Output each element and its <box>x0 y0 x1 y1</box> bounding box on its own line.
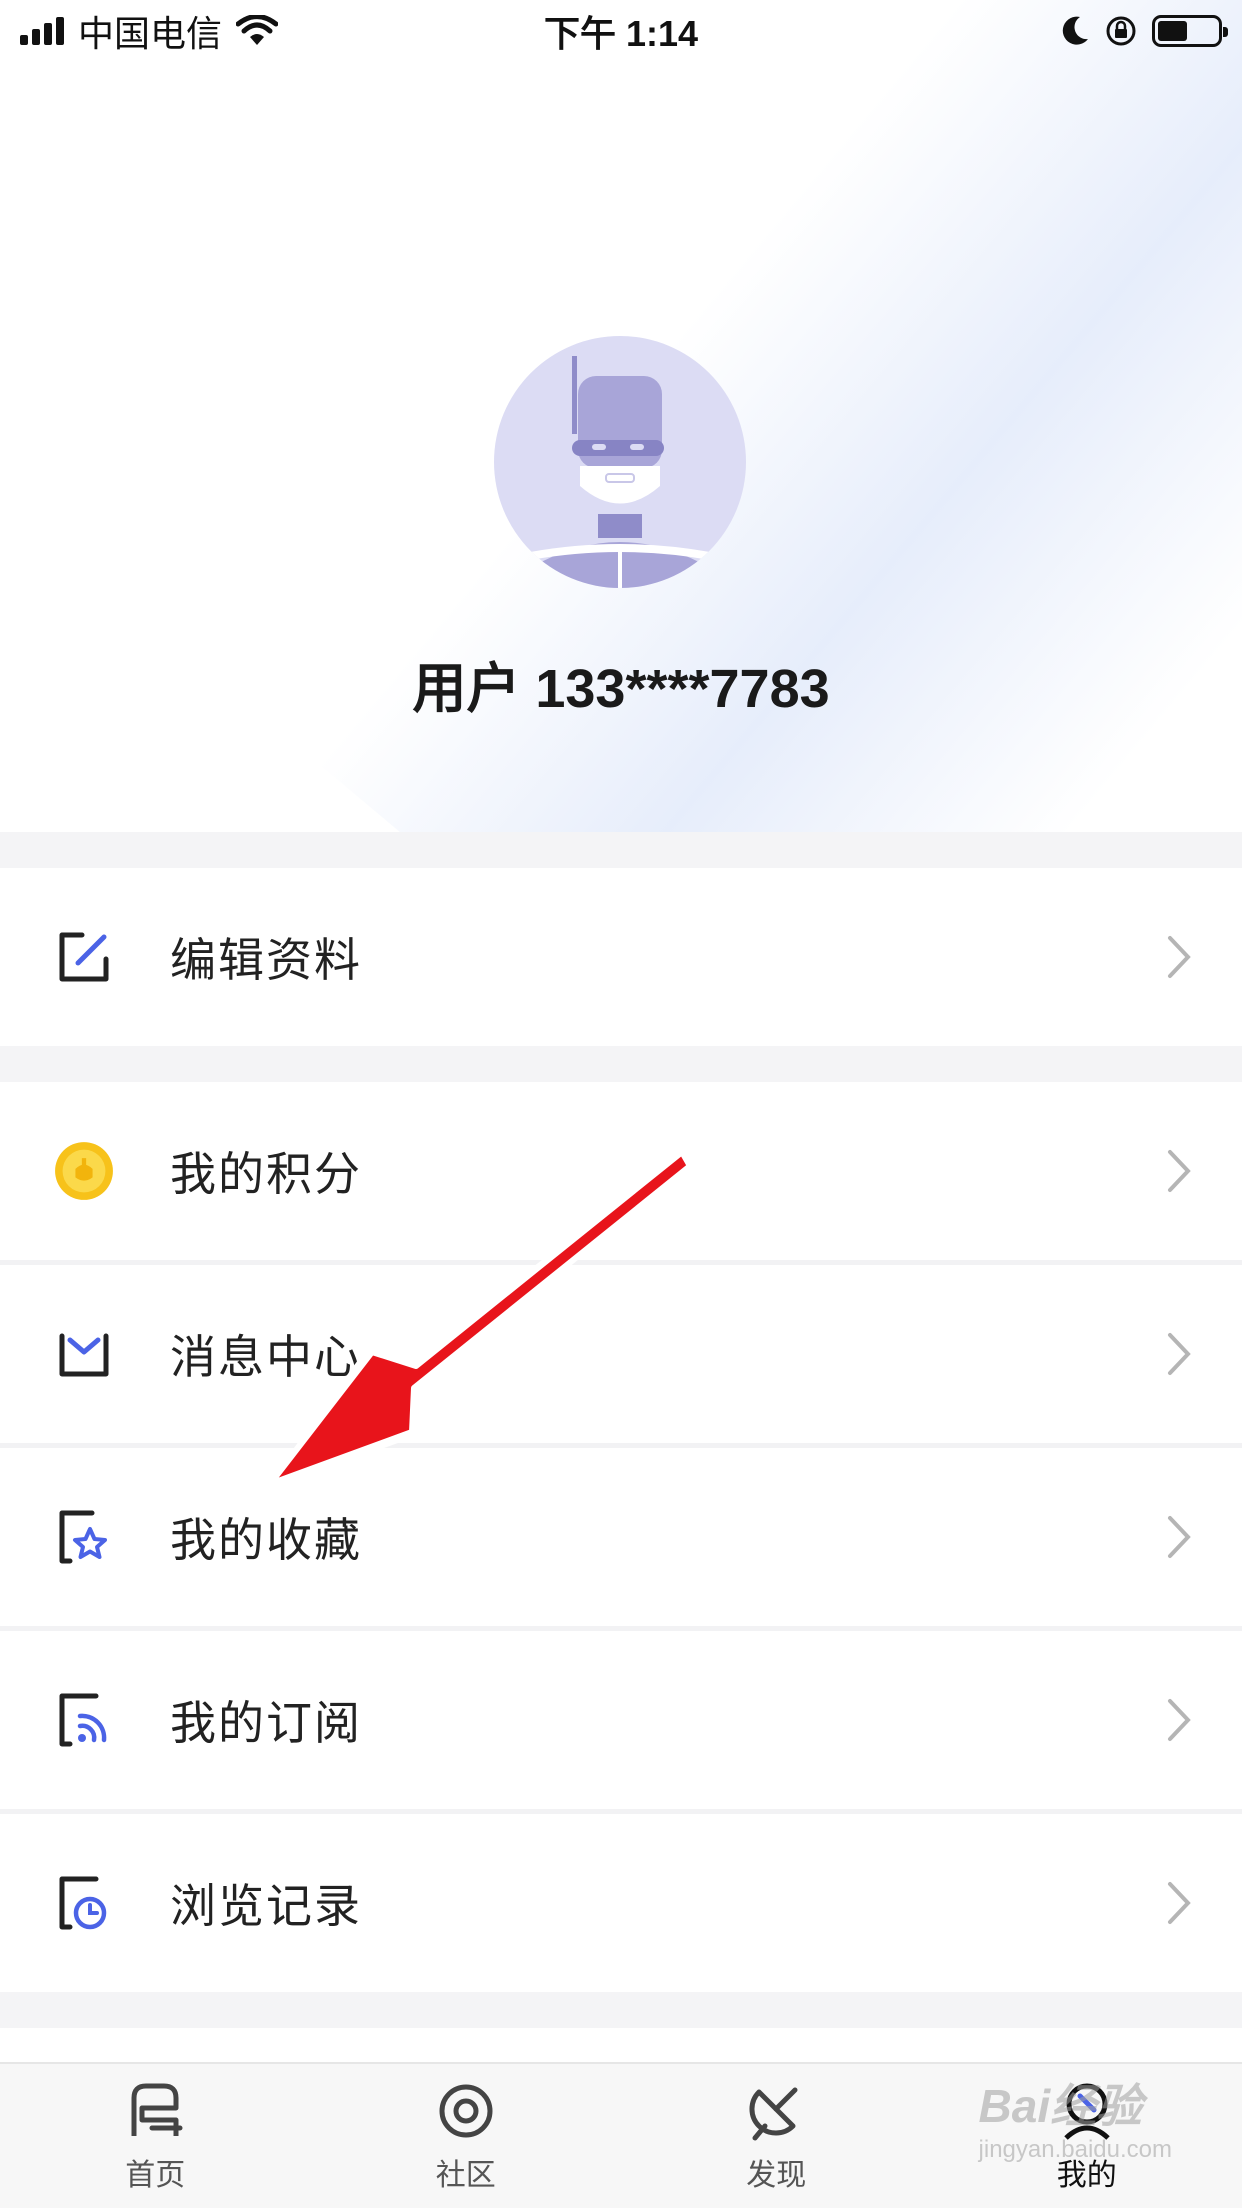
menu-item-label: 我的收藏 <box>170 1514 362 1566</box>
username: 用户 133****7783 <box>412 659 830 719</box>
menu-item-edit-profile[interactable]: 编辑资料 <box>0 868 1242 1046</box>
home-icon <box>131 2083 183 2136</box>
watermark-brand: Bai经验 <box>978 2080 1143 2132</box>
menu-item-message-center[interactable]: 消息中心 <box>0 1265 1242 1443</box>
menu-item-label: 浏览记录 <box>170 1880 362 1932</box>
watermark-url: jingyan.baidu.com <box>978 2136 1172 2163</box>
menu-item-label: 编辑资料 <box>170 934 362 986</box>
history-clock-icon <box>59 1876 107 1930</box>
tab-label: 首页 <box>125 2159 186 2192</box>
favorite-star-icon <box>59 1510 107 1564</box>
moon-icon <box>1062 16 1088 45</box>
section-gap <box>0 1046 1242 1082</box>
subscribe-rss-icon <box>59 1693 107 1747</box>
menu-item-favorites[interactable]: 我的收藏 <box>0 1448 1242 1626</box>
chevron-right-icon <box>1168 1882 1191 1924</box>
robot-avatar-icon[interactable] <box>494 336 746 588</box>
signal-icon <box>20 17 64 45</box>
coin-icon <box>55 1142 113 1200</box>
tab-community[interactable]: 社区 <box>311 2064 622 2208</box>
watermark: Bai经验 jingyan.baidu.com <box>979 2070 1172 2164</box>
menu-item-subscriptions[interactable]: 我的订阅 <box>0 1631 1242 1809</box>
section-gap <box>0 832 1242 868</box>
discover-satellite-icon <box>749 2087 798 2141</box>
tab-label: 发现 <box>746 2159 807 2192</box>
section-gap <box>0 1992 1242 2028</box>
status-bar: 中国电信 下午 1:14 <box>0 0 1242 62</box>
tab-discover[interactable]: 发现 <box>621 2064 932 2208</box>
menu-item-label: 我的订阅 <box>170 1697 362 1749</box>
menu-item-label: 消息中心 <box>170 1331 362 1383</box>
menu-item-my-points[interactable]: 我的积分 <box>0 1082 1242 1260</box>
wifi-icon <box>236 15 279 45</box>
chevron-right-icon <box>1168 1150 1191 1192</box>
chevron-right-icon <box>1168 1516 1191 1558</box>
rotation-lock-icon <box>1106 16 1136 46</box>
edit-icon <box>59 932 109 982</box>
battery-icon <box>1152 15 1228 47</box>
chevron-right-icon <box>1168 936 1191 978</box>
profile-header: 用户 133****7783 <box>0 0 1242 832</box>
carrier-label: 中国电信 <box>78 13 223 54</box>
chevron-right-icon <box>1168 1699 1191 1741</box>
menu-item-label: 我的积分 <box>170 1148 362 1200</box>
mail-icon <box>59 1333 109 1377</box>
community-icon <box>439 2084 493 2138</box>
tab-label: 社区 <box>435 2159 496 2192</box>
chevron-right-icon <box>1168 1333 1191 1375</box>
tab-home[interactable]: 首页 <box>0 2064 311 2208</box>
menu-item-history[interactable]: 浏览记录 <box>0 1814 1242 1992</box>
